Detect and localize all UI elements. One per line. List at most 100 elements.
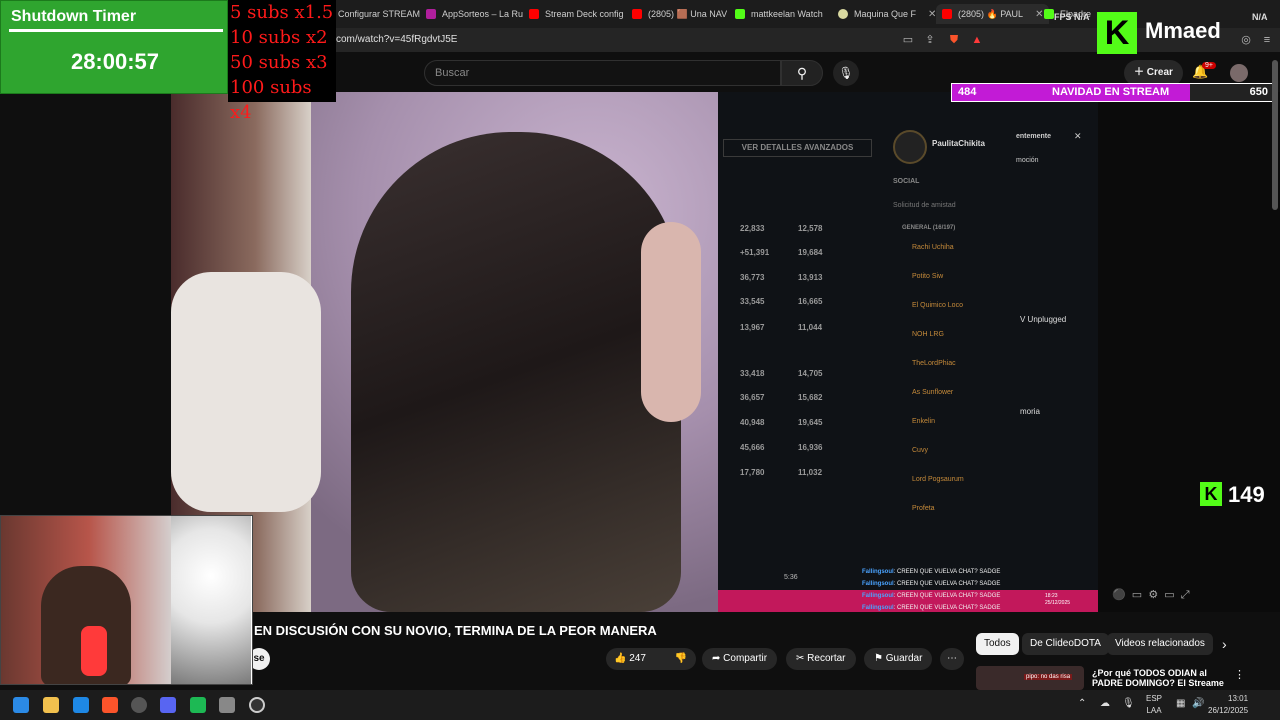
search-icon: ⚲ — [796, 65, 808, 81]
chevron-right-icon[interactable]: › — [1222, 636, 1227, 652]
chat-line: Fallingsoul: CREEN QUE VUELVA CHAT? SADG… — [862, 593, 1001, 599]
file-explorer-icon[interactable] — [43, 697, 59, 713]
stat-left-value: +51,391 — [740, 248, 770, 257]
cloud-icon[interactable]: ☁ — [1100, 698, 1110, 709]
social-label: SOCIAL — [893, 178, 920, 185]
share-button[interactable]: ➦ Compartir — [702, 648, 778, 670]
kick-logo-icon: K — [1200, 482, 1222, 506]
spotify-icon[interactable] — [190, 697, 206, 713]
share-icon[interactable]: ⇪ — [923, 33, 937, 47]
more-actions-button[interactable]: ⋯ — [940, 648, 964, 670]
mic-tray-icon[interactable]: 🎙 — [1122, 698, 1135, 709]
goal-current: 484 — [958, 86, 977, 98]
like-button[interactable]: 👍 247 — [606, 648, 666, 670]
search-button[interactable]: ⚲ — [781, 60, 823, 86]
youtube-favicon-icon — [942, 9, 952, 19]
towel — [171, 272, 321, 512]
timer-divider — [9, 29, 223, 32]
stat-left-value: 22,833 — [740, 224, 765, 233]
dislike-button[interactable]: 👎 — [666, 648, 696, 670]
player-controls: ⚫ ▭ ⚙ ▭ ⤢ — [1112, 589, 1190, 601]
subs-multiplier-list: 5 subs x1.5 10 subs x2 50 subs x3 100 su… — [228, 0, 336, 123]
stat-left-value: 33,418 — [740, 369, 765, 378]
network-icon[interactable]: ▦ — [1176, 698, 1185, 709]
light-flare — [171, 516, 251, 684]
language-indicator[interactable]: ESP LAA — [1146, 693, 1162, 717]
microphone — [81, 626, 107, 676]
browser-icon[interactable] — [73, 697, 89, 713]
cast-icon[interactable]: ▭ — [901, 33, 915, 47]
person-face — [641, 222, 701, 422]
viewer-count: K 149 — [1200, 482, 1265, 508]
tab-una-navidad[interactable]: (2805) 🟫 Una NAV — [632, 4, 727, 24]
side-label-mente: entemente — [1016, 133, 1052, 140]
thumbnail-chat-text: pipo: no das risa — [1024, 674, 1073, 680]
stat-right-value: 11,044 — [798, 323, 823, 332]
friend-name: Potito Siw — [912, 273, 944, 280]
scrollbar[interactable] — [1272, 60, 1278, 210]
tab-appsorteos[interactable]: AppSorteos – La Ru — [426, 4, 523, 24]
close-tab-icon[interactable]: ✕ — [1035, 9, 1043, 20]
friend-request-label: Solicitud de amistad — [893, 202, 956, 209]
clip-button[interactable]: ✂ Recortar — [786, 648, 856, 670]
brave-shield-icon[interactable]: ⛊ — [947, 33, 961, 47]
share-arrow-icon: ➦ — [712, 653, 721, 664]
stat-right-value: 15,682 — [798, 393, 823, 402]
avatar[interactable] — [1230, 64, 1248, 82]
person-hair — [351, 132, 681, 612]
subs-rule: 10 subs x2 — [230, 27, 328, 48]
tab-configurar-stream[interactable]: Configurar STREAM — [322, 4, 420, 24]
notification-badge: 9+ — [1202, 62, 1216, 69]
timer-value: 28:00:57 — [70, 49, 160, 74]
profile-name: PaulitaChikita — [932, 139, 985, 148]
voice-search-button[interactable]: 🎙 — [833, 60, 859, 86]
windows-start-icon[interactable] — [13, 697, 29, 713]
tab-maquina[interactable]: Maquina Que F ✕ — [838, 4, 936, 24]
friend-name: Cuvy — [912, 447, 928, 454]
chat-overlay: Fallingsoul: CREEN QUE VUELVA CHAT? SADG… — [862, 566, 1022, 614]
chip-all[interactable]: Todos — [976, 633, 1019, 655]
video-player[interactable] — [171, 92, 718, 612]
goal-label: NAVIDAD EN STREAM — [1052, 86, 1170, 98]
chip-related[interactable]: Videos relacionados — [1107, 633, 1213, 655]
webcam-overlay — [0, 515, 253, 685]
subs-rule: 5 subs x1.5 — [230, 2, 334, 23]
stat-right-value: 12,578 — [798, 224, 823, 233]
brave-icon[interactable] — [102, 697, 118, 713]
recommended-title[interactable]: ¿Por qué TODOS ODIAN al PADRE DOMINGO? E… — [1092, 668, 1232, 688]
scissors-icon: ✂ — [796, 653, 805, 664]
stat-left-value: 17,780 — [740, 468, 765, 477]
goal-bar: 484 NAVIDAD EN STREAM 650 — [951, 83, 1273, 102]
obs-icon[interactable] — [131, 697, 147, 713]
inner-clock: 18:23 25/12/2025 — [1045, 593, 1071, 606]
kick-favicon-icon — [735, 9, 745, 19]
url-field[interactable]: com/watch?v=45fRgdvtJ5E — [336, 34, 457, 45]
discord-icon[interactable] — [160, 697, 176, 713]
tab-favicon-icon — [426, 9, 436, 19]
brand-name: Mmaed — [1145, 18, 1221, 43]
shutdown-timer-widget: Shutdown Timer 28:00:57 — [0, 0, 228, 94]
rewards-icon[interactable]: ▲ — [970, 33, 984, 47]
stat-left-value: 13,967 — [740, 323, 765, 332]
stat-right-value: 19,645 — [798, 418, 823, 427]
thumbs-up-icon: 👍 — [614, 653, 627, 664]
tab-mattkeelan[interactable]: mattkeelan Watch — [735, 4, 823, 24]
system-clock[interactable]: 13:01 26/12/2025 — [1208, 693, 1248, 717]
close-icon: ✕ — [1074, 131, 1082, 141]
app-icon[interactable] — [219, 697, 235, 713]
chevron-up-icon[interactable]: ⌃ — [1078, 698, 1086, 709]
stat-right-value: 11,032 — [798, 468, 823, 477]
kick-brand-widget: K Mmaed — [1097, 12, 1277, 54]
tab-favicon-icon — [838, 9, 848, 19]
tab-stream-deck[interactable]: Stream Deck config — [529, 4, 624, 24]
stat-right-value: 16,665 — [798, 297, 823, 306]
chip-channel[interactable]: De ClideoDOTA — [1022, 633, 1109, 655]
tab-paulita-active[interactable]: (2805) 🔥 PAUL ✕ — [936, 4, 1050, 24]
save-button[interactable]: ⚑ Guardar — [864, 648, 933, 670]
search-input[interactable]: Buscar — [424, 60, 781, 86]
friend-name: Rachi Uchiha — [912, 244, 954, 251]
volume-icon[interactable]: 🔊 — [1192, 698, 1204, 709]
steam-icon[interactable] — [249, 697, 265, 713]
youtube-favicon-icon — [632, 9, 642, 19]
more-vert-icon[interactable]: ⋮ — [1234, 668, 1245, 681]
